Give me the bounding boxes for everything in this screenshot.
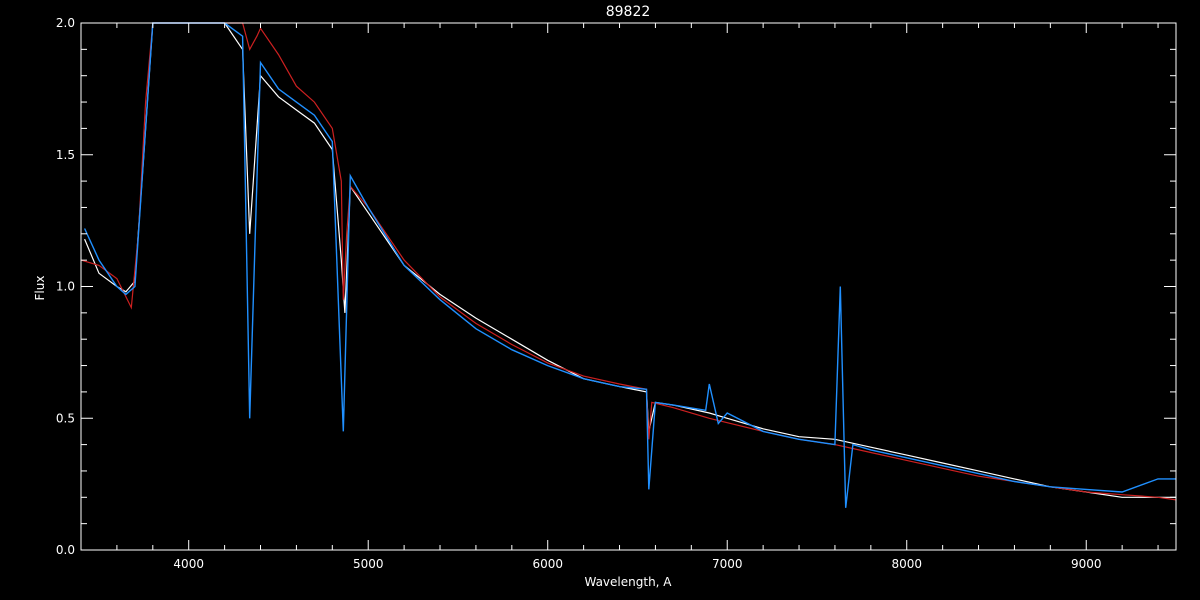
x-tick-label: 4000	[173, 557, 204, 571]
x-tick-label: 5000	[353, 557, 384, 571]
y-tick-label: 2.0	[56, 16, 75, 30]
y-tick-label: 1.0	[56, 280, 75, 294]
chart-background	[0, 0, 1200, 600]
y-tick-label: 0.0	[56, 543, 75, 557]
y-axis-title: Flux	[33, 276, 47, 301]
chart-title: 89822	[606, 4, 651, 20]
x-tick-label: 9000	[1071, 557, 1102, 571]
y-tick-label: 0.5	[56, 411, 75, 425]
x-axis-title: Wavelength, A	[584, 575, 672, 589]
spectrum-chart: 89822 Wavelength, A Flux 4000 5000 6000 700…	[0, 0, 1200, 600]
y-tick-label: 1.5	[56, 148, 75, 162]
x-tick-label: 8000	[891, 557, 922, 571]
x-tick-label: 7000	[712, 557, 743, 571]
x-tick-label: 6000	[532, 557, 563, 571]
